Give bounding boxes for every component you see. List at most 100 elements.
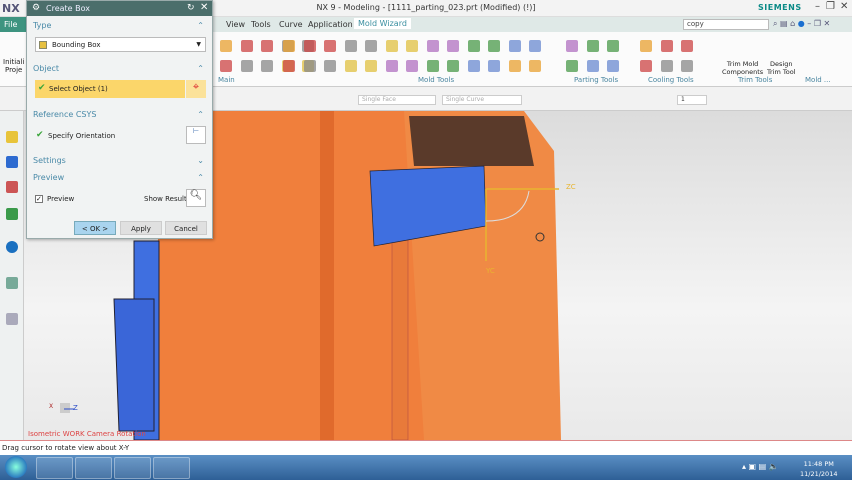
ribbon-tool-icon[interactable] <box>426 60 439 72</box>
ribbon-tool-icon[interactable] <box>365 60 377 72</box>
ribbon-tool-icon[interactable] <box>640 40 652 52</box>
ribbon-tool-icon[interactable] <box>529 40 541 52</box>
ribbon-tool-icon[interactable] <box>566 40 578 52</box>
type-value: Bounding Box <box>52 41 101 49</box>
dialog-close-icon[interactable]: ✕ <box>200 2 208 13</box>
face-filter-select[interactable]: Single Face <box>358 95 436 105</box>
design-trim-tool-button[interactable]: Design Trim Tool <box>767 60 796 76</box>
menu-application[interactable]: Application <box>308 20 353 29</box>
start-button[interactable] <box>5 456 27 478</box>
ribbon-tool-icon[interactable] <box>607 40 619 52</box>
web-browser-icon[interactable] <box>6 241 18 253</box>
preview-checkbox-label: Preview <box>47 195 75 203</box>
reference-csys-header[interactable]: Reference CSYS <box>33 110 96 119</box>
ribbon-tool-icon[interactable] <box>324 60 336 72</box>
type-dropdown[interactable]: Bounding Box ▼ <box>35 37 206 52</box>
ribbon-tool-icon[interactable] <box>385 60 398 72</box>
collapse-icon[interactable]: ⌃ <box>197 21 204 30</box>
ribbon-tool-icon[interactable] <box>607 60 619 72</box>
ribbon-tool-icon[interactable] <box>406 40 418 52</box>
system-clock[interactable]: 11:48 PM 11/21/2014 <box>800 459 837 479</box>
ribbon-tool-icon[interactable] <box>447 60 459 72</box>
preview-header[interactable]: Preview <box>33 173 64 182</box>
gear-icon[interactable]: ⚙ <box>32 3 40 13</box>
tab-mold-wizard[interactable]: Mold Wizard <box>354 18 411 29</box>
ribbon-tool-icon[interactable] <box>529 60 541 72</box>
ribbon-tool-icon[interactable] <box>467 60 480 72</box>
reset-icon[interactable]: ↻ <box>187 3 195 13</box>
constraint-navigator-icon[interactable] <box>6 156 18 168</box>
taskbar-camtasia[interactable] <box>75 457 112 479</box>
csys-dialog-icon[interactable]: ⊢ <box>186 126 206 144</box>
crosshair-icon[interactable]: ⌖ <box>186 80 206 98</box>
type-section-header[interactable]: Type <box>33 21 51 30</box>
cancel-button[interactable]: Cancel <box>165 221 207 235</box>
taskbar-explorer[interactable] <box>114 457 151 479</box>
magnifier-icon[interactable]: 🔍︎ <box>186 189 206 207</box>
ok-button[interactable]: < OK > <box>74 221 116 235</box>
select-object-row[interactable]: ✔ Select Object (1) <box>35 80 185 98</box>
ribbon-tool-icon[interactable] <box>261 40 273 52</box>
object-section-header[interactable]: Object <box>33 64 59 73</box>
ribbon-tool-icon[interactable] <box>303 40 316 52</box>
settings-header[interactable]: Settings <box>33 156 66 165</box>
curve-filter-select[interactable]: Single Curve <box>442 95 522 105</box>
ribbon-tool-icon[interactable] <box>660 40 673 52</box>
assembly-navigator-icon[interactable] <box>6 131 18 143</box>
ribbon-tool-icon[interactable] <box>365 40 377 52</box>
ribbon-tool-icon[interactable] <box>508 40 521 52</box>
ribbon-tool-icon[interactable] <box>447 40 459 52</box>
ribbon-tool-icon[interactable] <box>220 40 232 52</box>
taskbar-recorder[interactable] <box>153 457 190 479</box>
ribbon-tool-icon[interactable] <box>303 60 316 72</box>
close-icon[interactable]: ✕ <box>840 1 848 12</box>
trim-mold-components-button[interactable]: Trim Mold Components <box>722 60 763 76</box>
ribbon-tool-icon[interactable] <box>344 60 357 72</box>
clock-icon[interactable] <box>6 313 18 325</box>
tray-icons[interactable]: ▴ ▣ ▤ 🔈 <box>742 462 779 471</box>
ribbon-tool-icon[interactable] <box>220 60 232 72</box>
ribbon-tool-icon[interactable] <box>586 60 599 72</box>
ribbon-tool-icon[interactable] <box>467 40 480 52</box>
menu-curve[interactable]: Curve <box>279 20 303 29</box>
ribbon-tool-icon[interactable] <box>508 60 521 72</box>
ribbon-tool-icon[interactable] <box>283 40 295 52</box>
apply-button[interactable]: Apply <box>120 221 162 235</box>
ribbon-tool-icon[interactable] <box>406 60 418 72</box>
ribbon-tool-icon[interactable] <box>385 40 398 52</box>
ribbon-tool-icon[interactable] <box>261 60 273 72</box>
part-navigator-icon[interactable] <box>6 181 18 193</box>
initialize-label: Initiali <box>3 58 25 66</box>
search-icon[interactable]: ⌕ ▤ ⌂ ● – ❐ ✕ <box>773 19 830 29</box>
layer-select[interactable]: 1 <box>677 95 707 105</box>
ribbon-tool-icon[interactable] <box>660 60 673 72</box>
history-icon[interactable] <box>6 277 18 289</box>
menu-view[interactable]: View <box>226 20 245 29</box>
collapse-icon[interactable]: ⌃ <box>197 173 204 182</box>
expand-icon[interactable]: ⌄ <box>197 156 204 165</box>
file-tab[interactable]: File <box>0 17 26 32</box>
reuse-library-icon[interactable] <box>6 208 18 220</box>
menu-tools[interactable]: Tools <box>251 20 271 29</box>
ribbon-tool-icon[interactable] <box>344 40 357 52</box>
ribbon-tool-icon[interactable] <box>324 40 336 52</box>
initialize-project-button[interactable]: Initiali Proje <box>3 58 24 74</box>
ribbon-tool-icon[interactable] <box>426 40 439 52</box>
ribbon-tool-icon[interactable] <box>488 60 500 72</box>
ribbon-tool-icon[interactable] <box>681 40 693 52</box>
ribbon-tool-icon[interactable] <box>240 60 253 72</box>
minimize-icon[interactable]: – <box>815 1 820 12</box>
taskbar-nx-app[interactable] <box>36 457 73 479</box>
preview-checkbox[interactable]: ✓ <box>35 195 43 203</box>
command-search-input[interactable]: copy <box>683 19 769 30</box>
ribbon-tool-icon[interactable] <box>240 40 253 52</box>
collapse-icon[interactable]: ⌃ <box>197 64 204 73</box>
ribbon-tool-icon[interactable] <box>283 60 295 72</box>
ribbon-tool-icon[interactable] <box>566 60 578 72</box>
ribbon-tool-icon[interactable] <box>586 40 599 52</box>
collapse-icon[interactable]: ⌃ <box>197 110 204 119</box>
ribbon-tool-icon[interactable] <box>488 40 500 52</box>
ribbon-tool-icon[interactable] <box>681 60 693 72</box>
ribbon-tool-icon[interactable] <box>640 60 652 72</box>
restore-icon[interactable]: ❐ <box>826 1 835 12</box>
